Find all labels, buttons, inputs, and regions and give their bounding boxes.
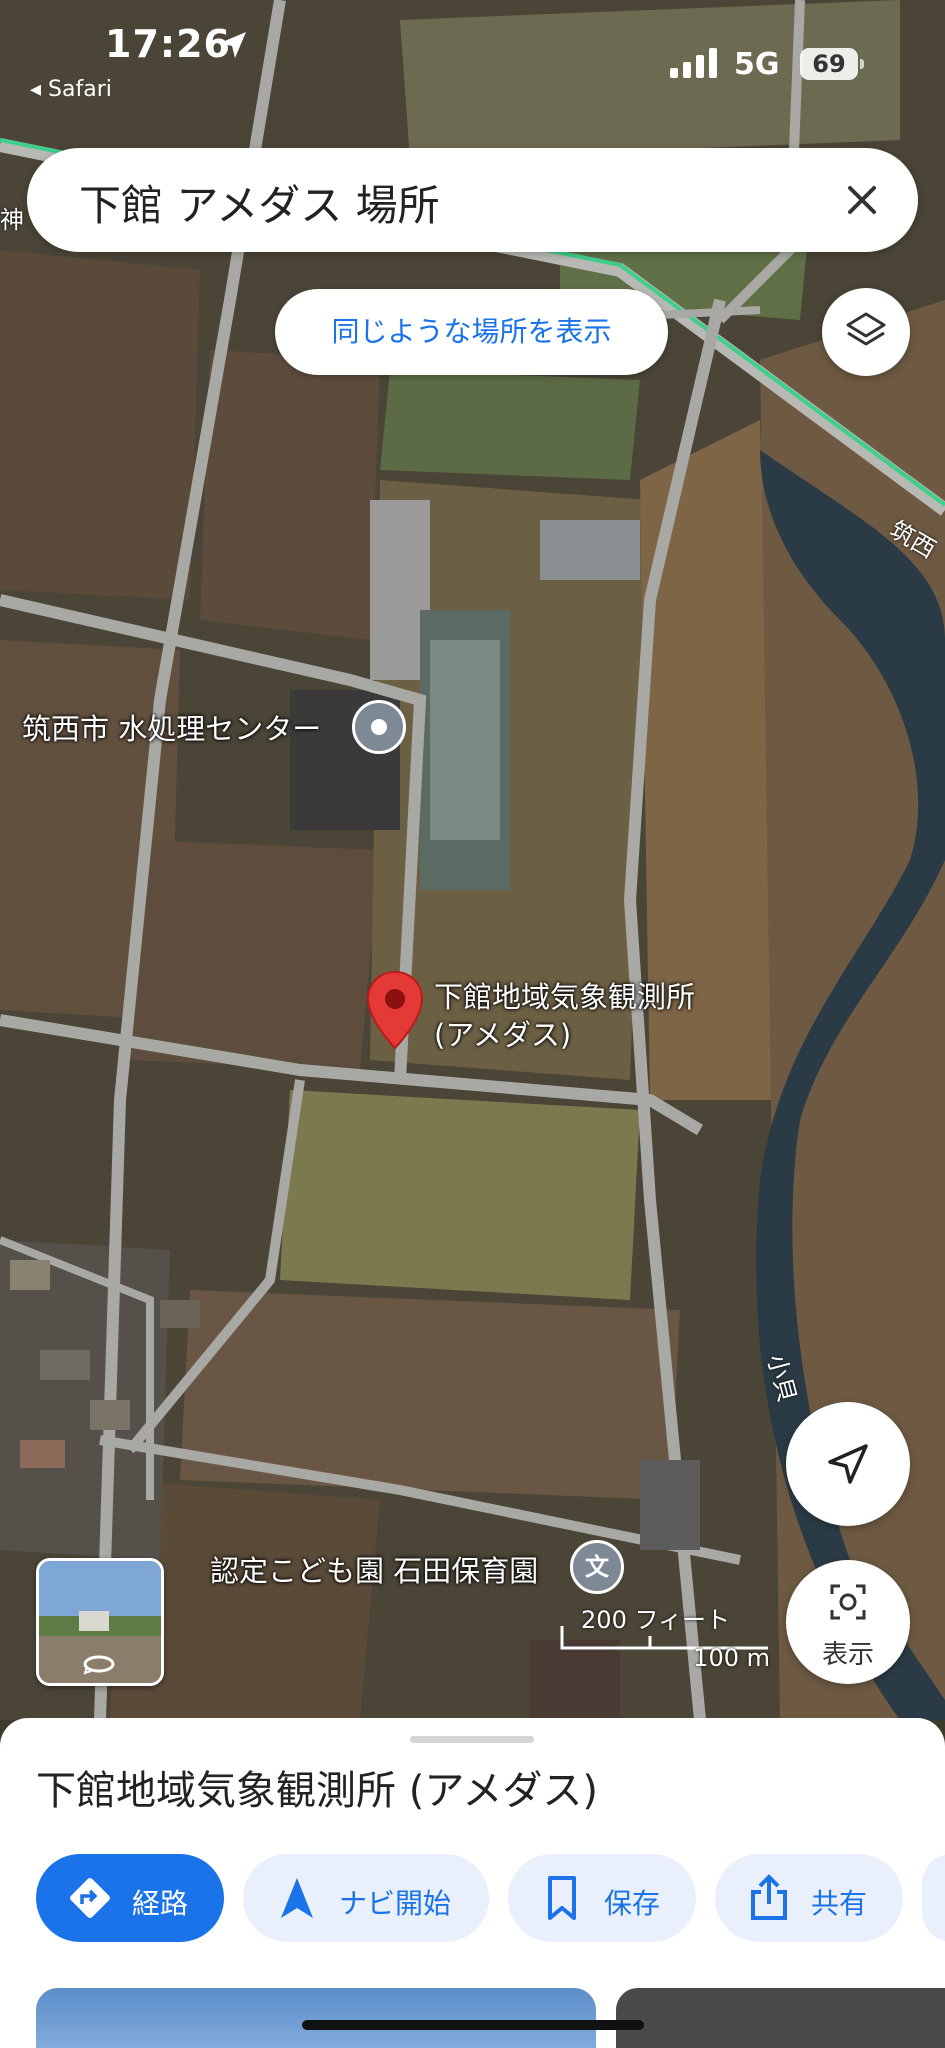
close-icon[interactable] bbox=[836, 174, 888, 226]
directions-icon bbox=[66, 1874, 114, 1922]
layers-button[interactable] bbox=[822, 288, 910, 376]
action-row: 経路 ナビ開始 保存 共有 bbox=[0, 1854, 945, 1944]
network-type: 5G bbox=[734, 47, 780, 82]
my-location-button[interactable] bbox=[786, 1402, 910, 1526]
place-photo[interactable] bbox=[36, 1988, 596, 2048]
save-button[interactable]: 保存 bbox=[508, 1854, 696, 1942]
location-arrow-icon bbox=[218, 30, 248, 64]
school-marker-icon[interactable]: 文 bbox=[570, 1540, 624, 1594]
directions-label: 経路 bbox=[132, 1887, 189, 1920]
red-pin-icon[interactable] bbox=[366, 970, 424, 1050]
place-sheet[interactable]: 下館地域気象観測所 (アメダス) 経路 ナビ開始 保存 共有 bbox=[0, 1718, 945, 2048]
road-label-left: 神 bbox=[0, 206, 24, 234]
start-navigation-label: ナビ開始 bbox=[339, 1887, 452, 1920]
battery-icon: 69 bbox=[800, 48, 864, 80]
status-time: 17:26 bbox=[105, 22, 231, 66]
status-bar: 17:26 ◂ Safari 5G 69 bbox=[0, 0, 945, 110]
nursery-label[interactable]: 認定こども園 石田保育園 bbox=[210, 1548, 538, 1590]
water-center-marker-icon[interactable] bbox=[352, 700, 406, 754]
camera-lens-icon bbox=[828, 1582, 868, 1626]
water-center-label[interactable]: 筑西市 水処理センター bbox=[22, 706, 321, 748]
scale-meters: 100 m bbox=[693, 1644, 770, 1672]
directions-button[interactable]: 経路 bbox=[36, 1854, 224, 1942]
share-icon bbox=[745, 1874, 793, 1922]
street-view-thumbnail[interactable] bbox=[36, 1558, 164, 1686]
navigation-arrow-icon bbox=[273, 1874, 321, 1922]
bookmark-icon bbox=[538, 1874, 586, 1922]
map-scale: 200 フィート 100 m bbox=[560, 1600, 770, 1672]
show-similar-places-button[interactable]: 同じような場所を表示 bbox=[275, 289, 668, 375]
search-query[interactable]: 下館 アメダス 場所 bbox=[79, 172, 440, 233]
search-bar[interactable]: 下館 アメダス 場所 bbox=[27, 148, 918, 252]
sheet-drag-handle[interactable] bbox=[410, 1736, 534, 1743]
save-label: 保存 bbox=[604, 1887, 661, 1920]
share-button[interactable]: 共有 bbox=[715, 1854, 903, 1942]
navigation-arrow-icon bbox=[826, 1442, 870, 1490]
more-actions-button[interactable] bbox=[922, 1854, 945, 1942]
home-indicator bbox=[302, 2020, 644, 2030]
lens-view-label: 表示 bbox=[821, 1640, 874, 1670]
lens-view-button[interactable]: 表示 bbox=[786, 1560, 910, 1684]
start-navigation-button[interactable]: ナビ開始 bbox=[243, 1854, 489, 1942]
signal-bars-icon bbox=[670, 48, 720, 82]
photo-strip[interactable] bbox=[0, 1988, 945, 2048]
place-title: 下館地域気象観測所 (アメダス) bbox=[36, 1768, 598, 1814]
place-photo[interactable] bbox=[616, 1988, 945, 2048]
rotate-360-icon bbox=[81, 1653, 117, 1679]
layers-icon bbox=[844, 310, 888, 358]
share-label: 共有 bbox=[811, 1887, 868, 1920]
station-label-line1[interactable]: 下館地域気象観測所 bbox=[434, 974, 695, 1016]
back-to-safari-link[interactable]: ◂ Safari bbox=[30, 77, 112, 102]
station-label-line2[interactable]: (アメダス) bbox=[434, 1012, 571, 1054]
